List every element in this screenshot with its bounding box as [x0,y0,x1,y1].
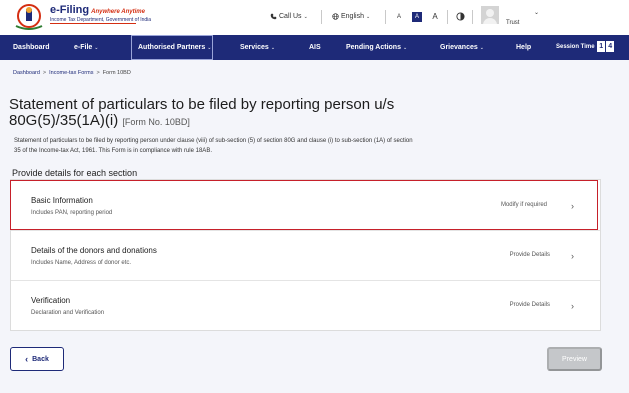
avatar[interactable] [481,6,499,24]
section-title: Verification [31,296,71,305]
chevron-right-icon[interactable]: › [571,202,574,211]
section-list: Basic Information Includes PAN, reportin… [10,179,601,331]
breadcrumb-dashboard[interactable]: Dashboard [13,70,40,76]
nav-label: Pending Actions [346,44,401,51]
nav-label: Services [240,44,269,51]
font-normal-button[interactable]: A [412,12,422,22]
nav-label: Grievances [440,44,478,51]
nav-label: e-File [74,44,93,51]
font-increase-button[interactable]: A [430,12,440,22]
call-us-menu[interactable]: Call Us ⌄ [270,13,308,20]
section-title: Details of the donors and donations [31,246,157,255]
nav-label: Help [516,44,532,51]
nav-item-services[interactable]: Services ⌄ [240,35,275,60]
session-timer: Session Time 14 [556,35,615,60]
section-row-verification[interactable]: Verification Declaration and Verificatio… [11,281,600,331]
avatar-head [486,9,494,17]
nav-label: Dashboard [13,44,50,51]
main-nav: Dashboard e-File ⌄ Authorised Partners ⌄ S… [0,35,629,60]
divider [447,10,448,24]
breadcrumb-current: Form 10BD [102,70,131,76]
language-label: English [341,13,364,20]
divider [321,10,322,24]
top-header: e-Filing Anywhere Anytime Income Tax Depa… [0,0,629,35]
nav-item-ais[interactable]: AIS [309,35,321,60]
section-subtitle: Includes Name, Address of donor etc. [31,260,132,266]
contrast-icon[interactable] [456,12,465,21]
section-action: Provide Details [509,252,550,258]
nav-label: AIS [309,44,321,51]
chevron-right-icon[interactable]: › [571,302,574,311]
form-number: [Form No. 10BD] [122,117,190,127]
session-label: Session Time [556,44,595,50]
brand-tagline: Anywhere Anytime [91,9,145,15]
section-row-donors-and-donations[interactable]: Details of the donors and donations Incl… [11,231,600,281]
section-row-basic-information[interactable]: Basic Information Includes PAN, reportin… [10,180,598,230]
page-title-text: Statement of particulars to be filed by … [9,96,395,129]
page-title: Statement of particulars to be filed by … [9,97,429,130]
font-decrease-button[interactable]: A [394,12,404,22]
session-digit: 4 [606,41,615,52]
section-action: Modify if required [500,202,547,208]
preview-label: Preview [562,355,587,363]
section-action: Provide Details [509,302,550,308]
breadcrumb-income-tax-forms[interactable]: Income-tax Forms [49,70,93,76]
chevron-down-icon: ⌄ [270,45,276,51]
breadcrumb-separator: > [42,70,47,76]
language-selector[interactable]: English ⌄ [332,13,370,20]
back-label: Back [32,355,49,363]
page-description: Statement of particulars to be filed by … [14,138,413,154]
divider [385,10,386,24]
chevron-right-icon[interactable]: › [571,252,574,261]
breadcrumb-separator: > [96,70,100,76]
nav-item-grievances[interactable]: Grievances ⌄ [440,35,484,60]
nav-label: Authorised Partners [138,44,206,51]
section-title: Basic Information [31,196,93,205]
divider [472,10,473,24]
chevron-down-icon: ⌄ [207,45,212,51]
breadcrumb: Dashboard > Income-tax Forms > Form 10BD [13,70,131,76]
chevron-down-icon: ⌄ [94,45,99,51]
nav-item-dashboard[interactable]: Dashboard [13,35,50,60]
chevron-left-icon: ‹ [25,354,29,364]
avatar-body [483,18,497,24]
chevron-down-icon: ⌄ [303,13,308,20]
nav-item-help[interactable]: Help [516,35,531,60]
session-digit: 1 [597,41,606,52]
chevron-down-icon: ⌄ [402,45,408,51]
section-subtitle: Declaration and Verification [31,310,105,316]
phone-icon [270,13,277,20]
section-heading: Provide details for each section [12,168,138,178]
nav-item-authorised-partners[interactable]: Authorised Partners ⌄ [131,35,213,60]
section-subtitle: Includes PAN, reporting period [31,210,113,216]
emblem-logo-icon[interactable] [14,4,44,30]
preview-button[interactable]: Preview [547,347,602,371]
nav-item-pending-actions[interactable]: Pending Actions ⌄ [346,35,407,60]
back-button[interactable]: ‹ Back [10,347,64,371]
chevron-down-icon[interactable]: ⌄ [534,9,539,16]
call-us-label: Call Us [279,13,302,20]
brand-underline [50,23,136,24]
chevron-down-icon: ⌄ [479,45,484,51]
nav-item-efile[interactable]: e-File ⌄ [74,35,99,60]
globe-icon [332,13,339,20]
user-name: Trust [506,20,520,26]
brand-title[interactable]: e-Filing Anywhere Anytime [50,4,145,16]
chevron-down-icon: ⌄ [365,13,371,20]
